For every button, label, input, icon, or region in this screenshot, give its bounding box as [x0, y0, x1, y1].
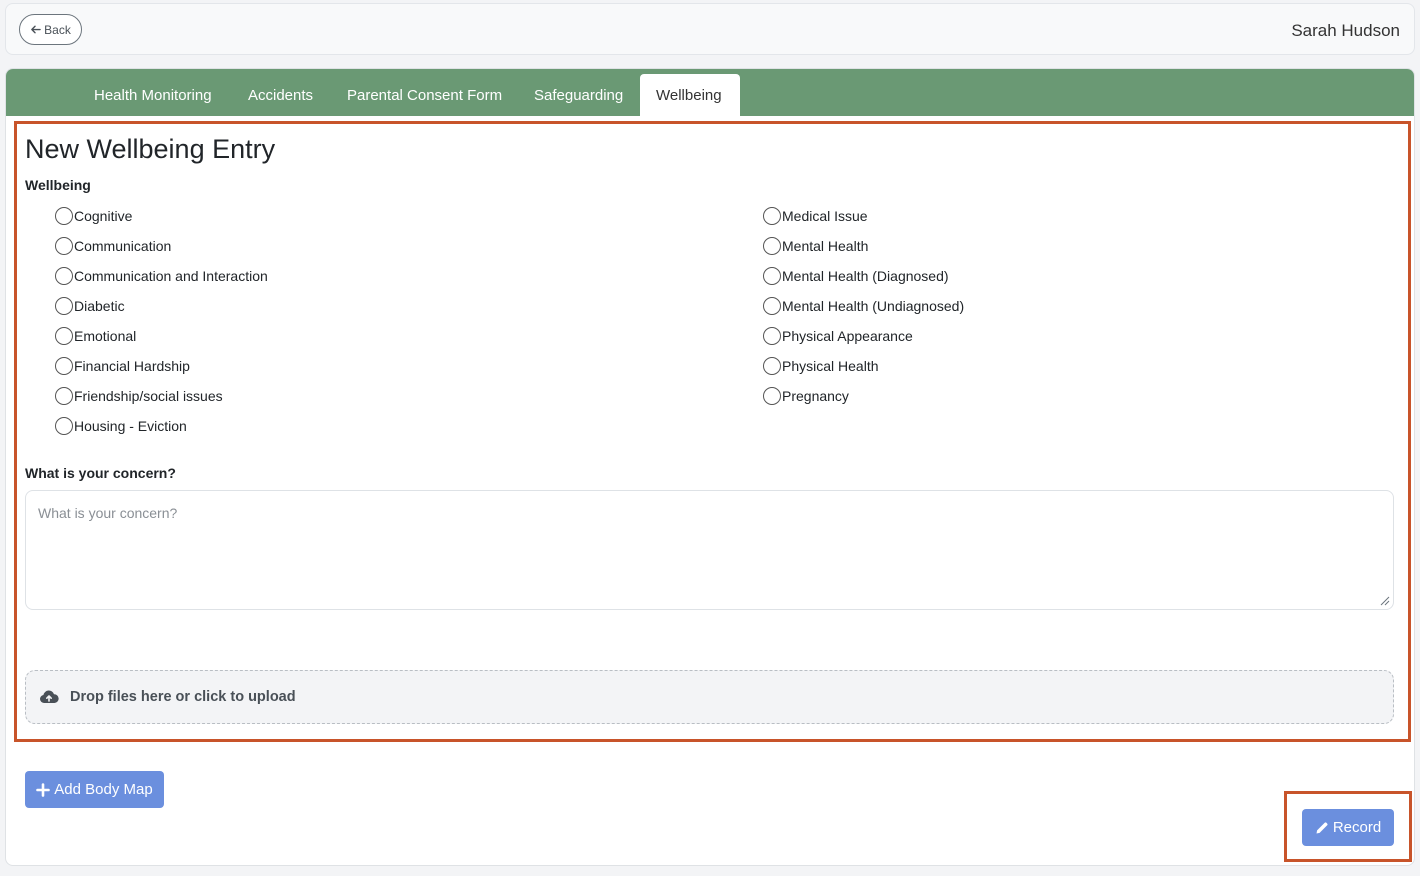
- checkbox-pregnancy[interactable]: Pregnancy: [763, 386, 849, 406]
- checkbox-control[interactable]: [763, 327, 781, 345]
- plus-icon: [36, 782, 51, 797]
- checkbox-label: Communication: [74, 238, 172, 254]
- checkbox-control[interactable]: [763, 207, 781, 225]
- add-body-map-button[interactable]: Add Body Map: [25, 771, 164, 808]
- tab-parental-consent-form[interactable]: Parental Consent Form: [331, 74, 518, 116]
- file-dropzone[interactable]: Drop files here or click to upload: [25, 670, 1394, 724]
- tab-safeguarding[interactable]: Safeguarding: [518, 74, 639, 116]
- checkbox-label: Financial Hardship: [74, 358, 190, 374]
- checkbox-label: Communication and Interaction: [74, 268, 268, 284]
- checkbox-mental-health[interactable]: Mental Health: [763, 236, 868, 256]
- checkbox-mental-health-undiagnosed[interactable]: Mental Health (Undiagnosed): [763, 296, 964, 316]
- checkbox-physical-health[interactable]: Physical Health: [763, 356, 879, 376]
- checkbox-control[interactable]: [55, 237, 73, 255]
- checkbox-communication[interactable]: Communication: [55, 236, 171, 256]
- checkbox-friendship-social-issues[interactable]: Friendship/social issues: [55, 386, 223, 406]
- checkbox-label: Friendship/social issues: [74, 388, 223, 404]
- checkbox-control[interactable]: [55, 327, 73, 345]
- checkbox-control[interactable]: [55, 297, 73, 315]
- checkbox-control[interactable]: [55, 417, 73, 435]
- arrow-left-icon: [31, 25, 41, 34]
- tab-wellbeing[interactable]: Wellbeing: [640, 74, 740, 116]
- top-bar: Back Sarah Hudson: [5, 3, 1415, 55]
- checkbox-label: Cognitive: [74, 208, 133, 224]
- back-button[interactable]: Back: [19, 14, 82, 45]
- checkbox-control[interactable]: [55, 207, 73, 225]
- checkbox-cognitive[interactable]: Cognitive: [55, 206, 132, 226]
- checkbox-control[interactable]: [763, 237, 781, 255]
- dropzone-label: Drop files here or click to upload: [70, 689, 296, 705]
- user-name: Sarah Hudson: [1291, 21, 1400, 40]
- resize-handle-icon[interactable]: [1378, 594, 1390, 606]
- tab-bar: Health Monitoring Accidents Parental Con…: [6, 69, 1414, 116]
- back-label: Back: [44, 22, 71, 37]
- checkbox-physical-appearance[interactable]: Physical Appearance: [763, 326, 913, 346]
- checkbox-control[interactable]: [763, 387, 781, 405]
- tab-health-monitoring[interactable]: Health Monitoring: [78, 74, 228, 116]
- form-title: New Wellbeing Entry: [25, 134, 276, 164]
- checkbox-housing-eviction[interactable]: Housing - Eviction: [55, 416, 187, 436]
- checkbox-label: Housing - Eviction: [74, 418, 187, 434]
- wellbeing-label: Wellbeing: [25, 177, 91, 193]
- checkbox-label: Mental Health: [782, 238, 869, 254]
- checkbox-label: Mental Health (Undiagnosed): [782, 298, 965, 314]
- checkbox-control[interactable]: [763, 357, 781, 375]
- main-card: Health Monitoring Accidents Parental Con…: [5, 68, 1415, 866]
- checkbox-financial-hardship[interactable]: Financial Hardship: [55, 356, 190, 376]
- concern-label: What is your concern?: [25, 465, 176, 481]
- record-label: Record: [1332, 819, 1382, 836]
- checkbox-label: Medical Issue: [782, 208, 868, 224]
- cloud-upload-icon: [40, 690, 59, 703]
- checkbox-label: Physical Health: [782, 358, 879, 374]
- checkbox-control[interactable]: [763, 267, 781, 285]
- checkbox-diabetic[interactable]: Diabetic: [55, 296, 125, 316]
- checkbox-control[interactable]: [55, 267, 73, 285]
- checkbox-emotional[interactable]: Emotional: [55, 326, 136, 346]
- record-button[interactable]: Record: [1302, 809, 1394, 846]
- checkbox-communication-and-interaction[interactable]: Communication and Interaction: [55, 266, 268, 286]
- checkbox-mental-health-diagnosed[interactable]: Mental Health (Diagnosed): [763, 266, 949, 286]
- pencil-icon: [1316, 821, 1328, 833]
- checkbox-control[interactable]: [55, 387, 73, 405]
- checkbox-label: Pregnancy: [782, 388, 849, 404]
- checkbox-label: Physical Appearance: [782, 328, 913, 344]
- concern-textarea[interactable]: [25, 490, 1394, 610]
- checkbox-control[interactable]: [55, 357, 73, 375]
- checkbox-label: Emotional: [74, 328, 137, 344]
- tab-accidents[interactable]: Accidents: [232, 74, 329, 116]
- add-body-map-label: Add Body Map: [54, 781, 153, 798]
- checkbox-label: Mental Health (Diagnosed): [782, 268, 949, 284]
- checkbox-label: Diabetic: [74, 298, 125, 314]
- checkbox-control[interactable]: [763, 297, 781, 315]
- checkbox-medical-issue[interactable]: Medical Issue: [763, 206, 868, 226]
